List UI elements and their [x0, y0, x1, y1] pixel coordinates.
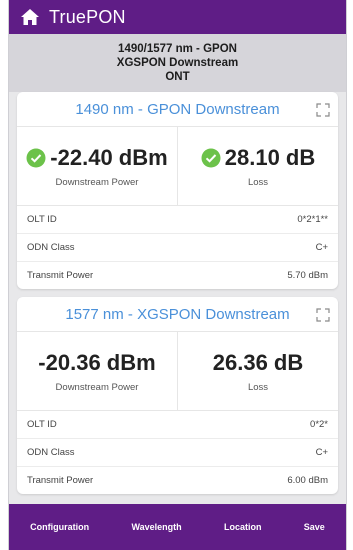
olt-id-row: OLT ID 0*2*1**	[17, 206, 338, 234]
row-label: Transmit Power	[27, 270, 94, 281]
row-value: 0*2*	[310, 419, 328, 430]
gpon-panel: 1490 nm - GPON Downstream -22.40 dBm Dow…	[17, 92, 338, 289]
row-value: 5.70 dBm	[287, 270, 328, 281]
xgspon-metrics: -20.36 dBm Downstream Power 26.36 dB Los…	[17, 332, 338, 411]
subtitle-line-2: XGSPON Downstream	[116, 57, 239, 69]
downstream-power-value: -20.36 dBm	[38, 349, 156, 375]
bottom-nav: Configuration Wavelength Location Save	[9, 504, 346, 550]
test-subtitle: 1490/1577 nm - GPON XGSPON Downstream ON…	[9, 34, 346, 92]
row-value: 6.00 dBm	[287, 475, 328, 486]
row-label: ODN Class	[27, 447, 75, 458]
loss-value: 26.36 dB	[212, 349, 304, 375]
location-button[interactable]: Location	[220, 516, 266, 538]
loss-label: Loss	[247, 381, 269, 393]
row-value: C+	[315, 242, 328, 253]
row-label: ODN Class	[27, 242, 75, 253]
xgspon-panel-header: 1577 nm - XGSPON Downstream	[17, 297, 338, 332]
transmit-power-row: Transmit Power 6.00 dBm	[17, 467, 338, 494]
expand-icon[interactable]	[316, 103, 330, 117]
downstream-power-label: Downstream Power	[55, 176, 139, 188]
app-frame: TruePON 1490/1577 nm - GPON XGSPON Downs…	[8, 0, 347, 550]
app-bar: TruePON	[9, 0, 346, 34]
transmit-power-row: Transmit Power 5.70 dBm	[17, 262, 338, 289]
app-title: TruePON	[49, 6, 126, 27]
row-label: OLT ID	[27, 214, 57, 225]
gpon-panel-header: 1490 nm - GPON Downstream	[17, 92, 338, 127]
gpon-panel-title: 1490 nm - GPON Downstream	[75, 100, 280, 118]
xgspon-panel: 1577 nm - XGSPON Downstream -20.36 dBm D…	[17, 297, 338, 494]
expand-icon[interactable]	[316, 308, 330, 322]
downstream-power-metric: -20.36 dBm Downstream Power	[17, 332, 177, 410]
configuration-button[interactable]: Configuration	[26, 516, 93, 538]
gpon-metrics: -22.40 dBm Downstream Power 28.10 dB Los…	[17, 127, 338, 206]
downstream-power-metric: -22.40 dBm Downstream Power	[17, 127, 177, 205]
downstream-power-label: Downstream Power	[55, 381, 139, 393]
odn-class-row: ODN Class C+	[17, 439, 338, 467]
pass-check-icon	[201, 148, 221, 167]
xgspon-panel-title: 1577 nm - XGSPON Downstream	[65, 305, 290, 323]
loss-metric: 26.36 dB Loss	[177, 332, 338, 410]
olt-id-row: OLT ID 0*2*	[17, 411, 338, 439]
loss-metric: 28.10 dB Loss	[177, 127, 338, 205]
row-label: Transmit Power	[27, 475, 94, 486]
row-value: 0*2*1**	[297, 214, 328, 225]
row-value: C+	[315, 447, 328, 458]
odn-class-row: ODN Class C+	[17, 234, 338, 262]
subtitle-line-1: 1490/1577 nm - GPON	[118, 43, 237, 55]
loss-value: 28.10 dB	[224, 144, 316, 170]
row-label: OLT ID	[27, 419, 57, 430]
subtitle-line-3: ONT	[165, 71, 190, 83]
loss-label: Loss	[247, 176, 269, 188]
downstream-power-value: -22.40 dBm	[50, 144, 168, 170]
pass-check-icon	[26, 148, 46, 167]
save-button[interactable]: Save	[300, 516, 329, 538]
wavelength-button[interactable]: Wavelength	[127, 516, 185, 538]
home-icon[interactable]	[19, 6, 41, 28]
